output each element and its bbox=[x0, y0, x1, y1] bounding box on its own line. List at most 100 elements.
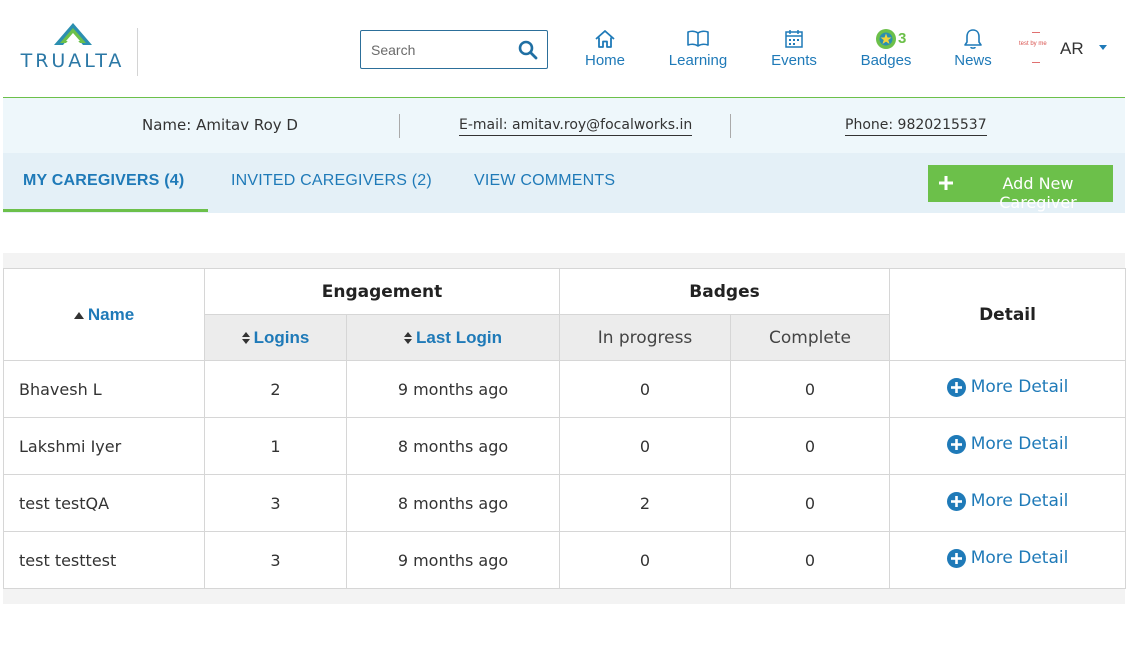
nav-home-label: Home bbox=[584, 52, 625, 69]
table-top-spacer bbox=[3, 253, 1125, 269]
cell-logins: 3 bbox=[204, 474, 347, 532]
cell-complete: 0 bbox=[729, 360, 891, 418]
table-row: test testtest 3 9 months ago 0 0 More De… bbox=[3, 531, 1127, 589]
logo-mark-icon bbox=[53, 23, 92, 45]
cell-last-login: 9 months ago bbox=[346, 531, 560, 589]
cell-name: test testQA bbox=[3, 474, 205, 532]
search-box bbox=[360, 30, 548, 69]
caregiver-tabs: MY CAREGIVERS (4) INVITED CAREGIVERS (2)… bbox=[3, 153, 1125, 213]
more-detail-label: More Detail bbox=[970, 434, 1069, 455]
column-header-complete: Complete bbox=[729, 314, 891, 361]
cell-in-progress: 0 bbox=[559, 417, 731, 475]
user-initials[interactable]: AR bbox=[1060, 39, 1084, 59]
logo-divider bbox=[137, 28, 138, 76]
table-row: Bhavesh L 2 9 months ago 0 0 More Detail bbox=[3, 360, 1127, 418]
nav-events-label: Events bbox=[771, 52, 817, 69]
column-group-badges: Badges bbox=[558, 268, 891, 315]
column-header-last-login-label: Last Login bbox=[416, 327, 502, 347]
trualta-logo[interactable]: TRUALTA bbox=[20, 22, 125, 76]
profile-bar: Name: Amitav Roy D E-mail: amitav.roy@fo… bbox=[3, 98, 1125, 153]
more-detail-link[interactable]: More Detail bbox=[946, 548, 1069, 569]
more-detail-link[interactable]: More Detail bbox=[946, 491, 1069, 512]
nav-learning-label: Learning bbox=[668, 52, 728, 69]
avatar-border-bottom bbox=[1032, 62, 1040, 63]
more-detail-label: More Detail bbox=[970, 548, 1069, 569]
tab-view-comments[interactable]: VIEW COMMENTS bbox=[474, 172, 615, 190]
avatar-border-top bbox=[1032, 32, 1040, 33]
tab-my-caregivers[interactable]: MY CAREGIVERS (4) bbox=[23, 172, 184, 190]
column-header-in-progress: In progress bbox=[559, 314, 731, 361]
cell-last-login: 8 months ago bbox=[346, 417, 560, 475]
cell-complete: 0 bbox=[729, 417, 891, 475]
sort-both-icon bbox=[404, 332, 413, 345]
avatar[interactable]: test by me bbox=[1018, 30, 1054, 64]
plus-circle-icon bbox=[946, 434, 966, 454]
cell-in-progress: 0 bbox=[559, 531, 731, 589]
nav-badges-label: Badges bbox=[860, 52, 912, 69]
table-row: test testQA 3 8 months ago 2 0 More Deta… bbox=[3, 474, 1127, 532]
more-detail-label: More Detail bbox=[970, 491, 1069, 512]
more-detail-label: More Detail bbox=[970, 377, 1069, 398]
cell-name: test testtest bbox=[3, 531, 205, 589]
badge-medal-icon bbox=[876, 29, 896, 49]
plus-circle-icon bbox=[946, 377, 966, 397]
cell-detail: More Detail bbox=[889, 417, 1127, 475]
tab-invited-caregivers[interactable]: INVITED CAREGIVERS (2) bbox=[231, 172, 432, 190]
more-detail-link[interactable]: More Detail bbox=[946, 434, 1069, 455]
column-header-logins-label: Logins bbox=[253, 327, 310, 347]
table-bottom-spacer bbox=[3, 589, 1125, 604]
cell-detail: More Detail bbox=[889, 531, 1127, 589]
plus-circle-icon bbox=[946, 491, 966, 511]
profile-phone[interactable]: Phone: 9820215537 bbox=[845, 117, 987, 136]
user-menu-caret-icon[interactable] bbox=[1099, 45, 1107, 50]
profile-separator bbox=[399, 114, 400, 138]
cell-last-login: 8 months ago bbox=[346, 474, 560, 532]
profile-separator bbox=[730, 114, 731, 138]
sort-ascending-icon bbox=[73, 311, 84, 319]
cell-in-progress: 0 bbox=[559, 360, 731, 418]
column-header-name[interactable]: Name bbox=[3, 268, 205, 361]
column-header-name-label: Name bbox=[87, 304, 135, 324]
nav-news-label: News bbox=[954, 52, 992, 69]
cell-complete: 0 bbox=[729, 531, 891, 589]
search-icon[interactable] bbox=[518, 40, 538, 65]
cell-name: Lakshmi Iyer bbox=[3, 417, 205, 475]
nav-home[interactable]: Home bbox=[578, 28, 632, 69]
logo-text: TRUALTA bbox=[20, 50, 125, 72]
cell-complete: 0 bbox=[729, 474, 891, 532]
nav-badges[interactable]: Badges bbox=[856, 28, 916, 69]
home-icon bbox=[595, 30, 615, 48]
cell-in-progress: 2 bbox=[559, 474, 731, 532]
search-input[interactable] bbox=[371, 40, 511, 60]
sort-both-icon bbox=[241, 332, 250, 345]
caregivers-table-wrapper: Name Engagement Badges Detail Logins Las… bbox=[3, 268, 1127, 589]
active-tab-indicator bbox=[3, 209, 208, 212]
badges-count: 3 bbox=[898, 30, 907, 47]
nav-news[interactable]: News bbox=[950, 28, 996, 69]
cell-logins: 1 bbox=[204, 417, 347, 475]
top-header: TRUALTA Home Learning bbox=[0, 0, 1127, 97]
calendar-icon bbox=[785, 30, 803, 48]
add-new-caregiver-label: Add New Caregiver bbox=[999, 174, 1077, 212]
add-new-caregiver-button[interactable]: Add New Caregiver bbox=[928, 165, 1113, 212]
cell-detail: More Detail bbox=[889, 474, 1127, 532]
book-icon bbox=[687, 30, 709, 47]
profile-name: Name: Amitav Roy D bbox=[142, 116, 298, 134]
cell-name: Bhavesh L bbox=[3, 360, 205, 418]
cell-last-login: 9 months ago bbox=[346, 360, 560, 418]
avatar-alt-text: test by me bbox=[1019, 41, 1047, 47]
plus-circle-icon bbox=[946, 548, 966, 568]
more-detail-link[interactable]: More Detail bbox=[946, 377, 1069, 398]
table-row: Lakshmi Iyer 1 8 months ago 0 0 More Det… bbox=[3, 417, 1127, 475]
plus-icon bbox=[939, 176, 953, 190]
profile-email[interactable]: E-mail: amitav.roy@focalworks.in bbox=[459, 117, 693, 136]
column-header-logins[interactable]: Logins bbox=[204, 314, 347, 361]
cell-detail: More Detail bbox=[889, 360, 1127, 418]
column-group-engagement: Engagement bbox=[204, 268, 560, 315]
cell-logins: 3 bbox=[204, 531, 347, 589]
column-header-last-login[interactable]: Last Login bbox=[346, 314, 560, 361]
column-header-detail: Detail bbox=[889, 268, 1127, 361]
nav-events[interactable]: Events bbox=[765, 28, 823, 69]
nav-learning[interactable]: Learning bbox=[662, 28, 734, 69]
cell-logins: 2 bbox=[204, 360, 347, 418]
